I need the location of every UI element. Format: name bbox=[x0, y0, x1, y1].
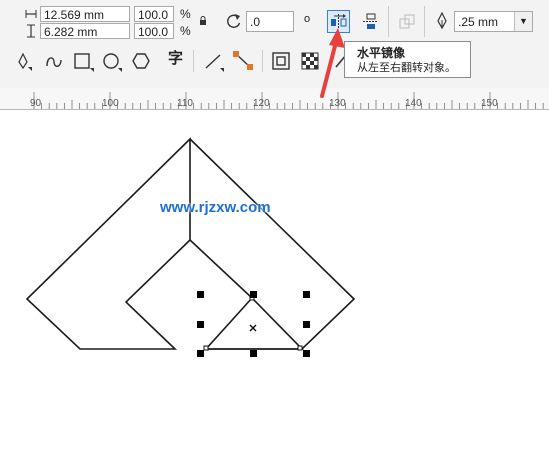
height-icon bbox=[27, 24, 35, 38]
width-field[interactable]: 12.569 mm bbox=[40, 6, 130, 22]
selection-handle[interactable] bbox=[303, 321, 310, 328]
selection-handle[interactable] bbox=[250, 350, 257, 357]
separator bbox=[424, 6, 425, 37]
scale-x-percent: % bbox=[180, 7, 191, 21]
arrow-annotation bbox=[320, 28, 345, 98]
width-icon bbox=[25, 10, 37, 18]
separator bbox=[262, 50, 263, 72]
text-tool-icon[interactable]: 字 bbox=[168, 51, 183, 66]
degree-symbol: o bbox=[304, 13, 311, 25]
watermark: www.rjzxw.com bbox=[160, 199, 271, 216]
ellipse-tool-icon[interactable] bbox=[101, 51, 123, 73]
separator bbox=[388, 6, 389, 37]
ruler-tick-label: 140 bbox=[405, 98, 422, 109]
contour-tool-icon[interactable] bbox=[271, 51, 291, 71]
chevron-down-icon[interactable]: ▼ bbox=[514, 12, 532, 31]
convert-icon[interactable] bbox=[398, 13, 416, 31]
rotate-icon bbox=[227, 14, 241, 28]
selected-triangle[interactable] bbox=[204, 296, 304, 350]
drawing-canvas[interactable] bbox=[0, 110, 549, 458]
scale-x-field[interactable]: 100.0 bbox=[134, 6, 174, 22]
selection-handle[interactable] bbox=[197, 291, 204, 298]
property-bar: 12.569 mm 6.282 mm 100.0 100.0 % % .0 o bbox=[0, 0, 549, 45]
ruler-tick-label: 100 bbox=[102, 98, 119, 109]
ruler-ticks bbox=[33, 92, 544, 109]
node-marker[interactable] bbox=[203, 345, 209, 351]
scale-y-percent: % bbox=[180, 24, 191, 38]
outline-width-value: .25 mm bbox=[458, 15, 499, 29]
parallel-dimension-icon[interactable] bbox=[203, 51, 225, 73]
selection-handle[interactable] bbox=[303, 291, 310, 298]
shape-tool-icon[interactable] bbox=[17, 52, 33, 72]
lock-ratio-icon[interactable] bbox=[199, 16, 207, 26]
connector-tool-icon[interactable] bbox=[232, 50, 254, 72]
outline-pen-icon bbox=[437, 12, 447, 30]
inner-edge[interactable] bbox=[189, 239, 253, 299]
tooltip: 水平镜像 从左至右翻转对象。 bbox=[344, 41, 471, 78]
height-field[interactable]: 6.282 mm bbox=[40, 23, 130, 39]
selection-handle[interactable] bbox=[250, 291, 257, 298]
rotation-field[interactable]: .0 bbox=[246, 11, 294, 32]
selection-handle[interactable] bbox=[197, 350, 204, 357]
ruler-tick-label: 110 bbox=[177, 98, 193, 109]
outline-width-select[interactable]: .25 mm ▼ bbox=[454, 11, 533, 32]
scale-y-field[interactable]: 100.0 bbox=[134, 23, 174, 39]
selection-handle[interactable] bbox=[197, 321, 204, 328]
ruler-tick-label: 90 bbox=[30, 98, 42, 109]
polygon-tool-icon[interactable] bbox=[131, 51, 153, 73]
separator bbox=[193, 50, 194, 72]
selection-handle[interactable] bbox=[303, 350, 310, 357]
tooltip-description: 从左至右翻转对象。 bbox=[357, 62, 456, 74]
rectangle-tool-icon[interactable] bbox=[73, 51, 95, 73]
ruler-gap bbox=[0, 78, 549, 88]
freehand-tool-icon[interactable] bbox=[44, 52, 64, 72]
tooltip-title: 水平镜像 bbox=[357, 46, 406, 60]
mirror-vertical-icon[interactable] bbox=[361, 12, 380, 31]
horizontal-ruler[interactable] bbox=[0, 88, 549, 110]
ruler-tick-label: 150 bbox=[481, 98, 498, 109]
node-marker[interactable] bbox=[297, 345, 303, 351]
left-wing-shape[interactable] bbox=[25, 137, 191, 350]
ruler-tick-label: 120 bbox=[253, 98, 270, 109]
